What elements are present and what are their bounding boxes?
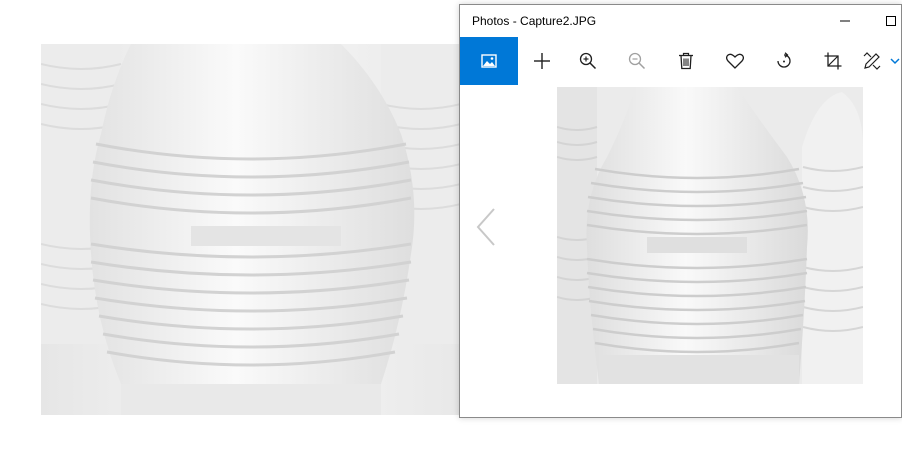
chevron-down-icon [890,57,900,65]
image-icon [481,54,497,68]
more-options-button[interactable] [888,37,901,85]
maximize-button[interactable] [868,5,901,37]
maximize-icon [886,16,896,26]
background-photo [41,44,461,415]
window-title: Photos - Capture2.JPG [472,14,597,28]
view-image-button[interactable] [460,37,518,85]
displayed-photo [557,87,863,384]
photo-viewer [460,85,901,417]
minimize-button[interactable] [822,5,868,37]
zoom-in-icon [579,52,597,70]
add-button[interactable] [518,37,566,85]
rotate-icon [775,52,793,70]
chevron-left-icon [474,208,498,253]
crop-button[interactable] [809,37,857,85]
rotate-button[interactable] [760,37,808,85]
edit-draw-icon [863,52,881,70]
zoom-out-button[interactable] [613,37,661,85]
plus-icon [533,52,551,70]
previous-photo-button[interactable] [474,205,498,249]
delete-button[interactable] [662,37,710,85]
minimize-icon [840,16,850,26]
photos-app-window: Photos - Capture2.JPG [459,4,902,418]
trash-icon [678,52,694,70]
edit-draw-button[interactable] [852,37,892,85]
zoom-in-button[interactable] [564,37,612,85]
toolbar [460,37,901,85]
heart-icon [726,53,744,69]
favorite-button[interactable] [711,37,759,85]
crop-icon [824,52,842,70]
title-bar[interactable]: Photos - Capture2.JPG [460,5,901,37]
zoom-out-icon [628,52,646,70]
